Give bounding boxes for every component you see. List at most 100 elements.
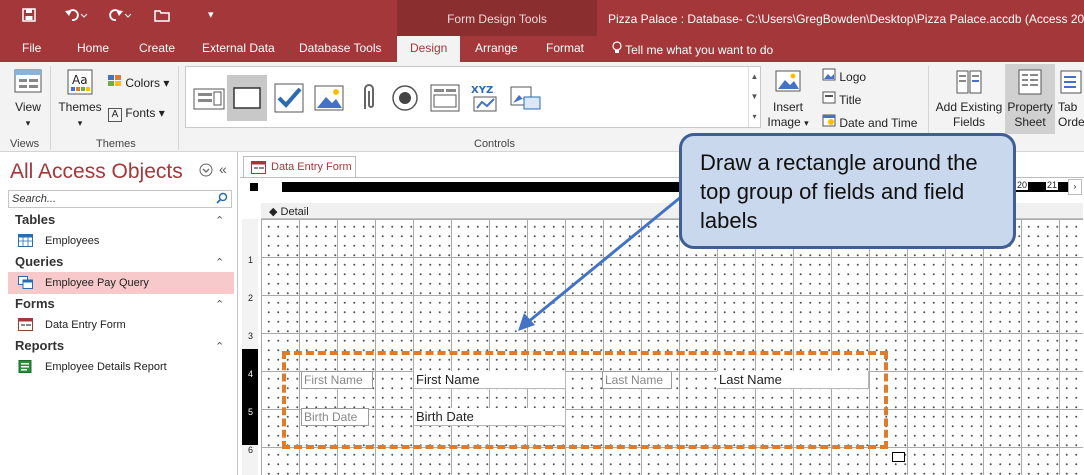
view-label: View (15, 100, 41, 114)
form-icon (18, 318, 33, 331)
themes-button[interactable]: Aa Themes ▾ (56, 68, 104, 131)
search-icon[interactable] (216, 192, 228, 207)
section-toggle-icon[interactable]: ⌃ (215, 340, 224, 353)
image-control-icon[interactable] (312, 81, 346, 115)
ruler-label-20: 20 (1016, 180, 1029, 190)
logo-button[interactable]: Logo (822, 68, 866, 85)
add-existing-fields-button[interactable]: Add Existing Fields (934, 68, 1004, 130)
logo-icon (822, 68, 839, 84)
svg-text:Aa: Aa (72, 73, 88, 87)
tab-format[interactable]: Format (546, 41, 584, 55)
nav-item-label: Employee Details Report (45, 361, 167, 373)
instruction-callout: Draw a rectangle around the top group of… (679, 133, 1016, 249)
ruler-v-3: 3 (248, 331, 254, 341)
section-reports[interactable]: Reports (15, 338, 64, 353)
date-time-icon (822, 114, 839, 130)
nav-pane-title[interactable]: All Access Objects (10, 160, 183, 184)
detail-arrow-icon: ◆ (269, 206, 278, 218)
table-icon (18, 234, 33, 247)
tell-me-box[interactable]: Tell me what you want to do (612, 41, 773, 57)
title-icon (822, 91, 839, 107)
tab-design[interactable]: Design (397, 36, 461, 62)
tab-arrange[interactable]: Arrange (475, 41, 518, 55)
query-icon (18, 276, 33, 289)
lightbulb-icon (612, 41, 625, 57)
form-selector[interactable] (250, 183, 258, 191)
date-time-button[interactable]: Date and Time (822, 114, 917, 131)
section-toggle-icon[interactable]: ⌃ (215, 256, 224, 269)
controls-gallery: XYZ ▲ ▼ ▾ (185, 66, 761, 128)
chart-control-icon[interactable]: XYZ (468, 81, 502, 115)
redo-icon[interactable] (108, 8, 132, 26)
colors-button[interactable]: Colors ▾ (108, 75, 169, 91)
nav-item-employee-pay-query[interactable]: Employee Pay Query (8, 272, 234, 294)
attachment-icon[interactable] (352, 81, 386, 115)
window-title: Pizza Palace : Database- C:\Users\GregBo… (608, 12, 1084, 26)
resize-handle[interactable] (892, 452, 905, 462)
customize-qat-icon[interactable]: ▾ (208, 8, 214, 21)
view-button[interactable]: View ▾ (8, 68, 48, 131)
view-icon (13, 69, 43, 99)
insert-image-label-2: Image (767, 115, 801, 129)
gallery-scroll[interactable]: ▲ ▼ ▾ (748, 67, 760, 127)
add-fields-label-2: Fields (952, 115, 985, 129)
insert-image-button[interactable]: Insert Image ▾ (764, 68, 812, 131)
tab-file[interactable]: File (22, 41, 41, 55)
document-tab[interactable]: Data Entry Form (243, 156, 356, 177)
tab-external-data[interactable]: External Data (202, 41, 275, 55)
annotation-dashed-rectangle (282, 351, 888, 449)
search-input[interactable]: Search... (8, 190, 232, 208)
tab-order-label-1: Tab (1058, 100, 1078, 114)
context-group-title: Form Design Tools (447, 12, 547, 26)
ruler-v-5: 5 (248, 407, 254, 417)
tab-control-icon[interactable] (192, 81, 226, 115)
tell-me-text: Tell me what you want to do (625, 43, 774, 57)
themes-label: Themes (58, 100, 102, 114)
ruler-v-2: 2 (248, 293, 254, 303)
logo-label: Logo (839, 70, 867, 84)
colors-label: Colors (125, 76, 161, 90)
views-group-label: Views (10, 138, 40, 150)
tab-create[interactable]: Create (139, 41, 175, 55)
option-button-icon[interactable] (388, 81, 422, 115)
insert-image-icon (773, 70, 803, 99)
nav-item-data-entry-form[interactable]: Data Entry Form (8, 314, 234, 336)
search-placeholder: Search... (12, 193, 57, 205)
nav-item-employee-details-report[interactable]: Employee Details Report (8, 356, 234, 378)
nav-item-employees[interactable]: Employees (8, 230, 234, 252)
tab-order-button[interactable]: Tab Orde (1058, 68, 1084, 130)
section-toggle-icon[interactable]: ⌃ (215, 298, 224, 311)
section-queries[interactable]: Queries (15, 254, 63, 269)
nav-item-label: Data Entry Form (45, 319, 126, 331)
date-time-label: Date and Time (839, 116, 918, 130)
bound-object-frame-icon[interactable] (508, 81, 542, 115)
property-sheet-label-1: Property (1007, 100, 1053, 114)
collapse-icon[interactable]: « (219, 161, 227, 177)
section-tables[interactable]: Tables (15, 212, 55, 227)
save-icon[interactable] (22, 8, 36, 26)
scroll-arrow-icon[interactable]: › (1068, 179, 1082, 195)
ruler-label-21: 21 (1046, 180, 1059, 190)
navigation-pane: All Access Objects « Search... Tables ⌃ … (0, 152, 238, 475)
rectangle-control-selected[interactable] (227, 75, 267, 121)
nav-menu-icon[interactable] (199, 163, 213, 180)
fonts-button[interactable]: A Fonts ▾ (108, 106, 165, 122)
vertical-ruler: 1 2 3 4 5 6 (242, 219, 258, 475)
tab-database-tools[interactable]: Database Tools (299, 41, 382, 55)
nav-item-label: Employees (45, 235, 100, 247)
subform-icon[interactable] (428, 81, 462, 115)
undo-icon[interactable] (64, 8, 88, 26)
ribbon-tabs: File Home Create External Data Database … (0, 36, 1084, 62)
ruler-v-6: 6 (248, 445, 254, 455)
tab-home[interactable]: Home (77, 41, 109, 55)
section-forms[interactable]: Forms (15, 296, 55, 311)
open-folder-icon[interactable] (154, 8, 170, 26)
form-icon (251, 161, 266, 174)
title-button[interactable]: Title (822, 91, 861, 108)
check-box-icon[interactable] (272, 81, 306, 115)
property-sheet-button[interactable]: Property Sheet (1005, 64, 1055, 134)
svg-text:XYZ: XYZ (471, 85, 493, 96)
section-toggle-icon[interactable]: ⌃ (215, 214, 224, 227)
controls-group-label: Controls (474, 138, 515, 150)
ruler-v-4: 4 (248, 369, 254, 379)
